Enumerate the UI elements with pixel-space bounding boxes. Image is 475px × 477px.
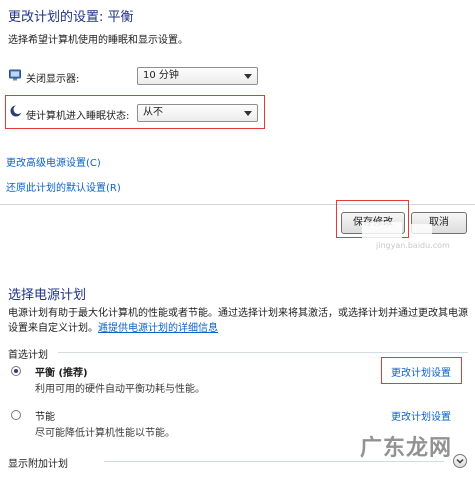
sleep-label: 使计算机进入睡眠状态:	[26, 111, 130, 122]
change-plan-settings-link[interactable]: 更改计划设置	[391, 408, 451, 423]
advanced-settings-link[interactable]: 更改高级电源设置(C)	[6, 154, 101, 169]
change-plan-settings-link[interactable]: 更改计划设置	[391, 364, 451, 379]
chevron-down-icon	[456, 459, 464, 464]
expand-button[interactable]	[453, 454, 467, 468]
more-info-link[interactable]: 逓提供电源计划的详细信息	[98, 323, 218, 334]
plan-balanced-desc: 利用可用的硬件自动平衡功耗与性能。	[35, 384, 205, 395]
group-divider	[58, 352, 468, 353]
chevron-down-icon	[244, 74, 252, 79]
watermark-patch	[410, 224, 432, 242]
section-title: 选择电源计划	[8, 288, 87, 303]
watermark-patch	[362, 222, 402, 238]
sleep-value: 从不	[143, 107, 163, 118]
page-subtitle: 选择希望计算机使用的睡眠和显示设置。	[8, 35, 188, 46]
chevron-down-icon	[244, 111, 252, 116]
preferred-plans-label: 首选计划	[8, 350, 48, 361]
site-logo-watermark: 广东龙网	[360, 436, 453, 461]
plan-balanced-name: 平衡 (推荐)	[35, 368, 88, 379]
display-off-dropdown[interactable]: 10 分钟	[137, 67, 258, 85]
plan-saver-radio[interactable]	[11, 410, 21, 420]
description-text: 电源计划有助于最大化计算机的性能或者节能。通过选择计划来将其激活，或选择计划并通…	[8, 308, 468, 334]
moon-icon	[10, 105, 22, 117]
display-off-value: 10 分钟	[143, 70, 179, 81]
plan-saver-desc: 尽可能降低计算机性能以节能。	[35, 428, 175, 439]
show-more-plans-label: 显示附加计划	[8, 459, 68, 470]
restore-defaults-link[interactable]: 还原此计划的默认设置(R)	[6, 179, 121, 194]
watermark-text: jingyan.baidu.com	[376, 241, 450, 250]
page-title: 更改计划的设置: 平衡	[8, 10, 134, 25]
monitor-icon	[9, 69, 21, 81]
display-off-label: 关闭显示器:	[26, 74, 80, 85]
plan-balanced-radio[interactable]	[11, 366, 21, 376]
plan-saver-name: 节能	[35, 412, 55, 423]
sleep-dropdown[interactable]: 从不	[137, 104, 258, 122]
section-description: 电源计划有助于最大化计算机的性能或者节能。通过选择计划来将其激活，或选择计划并通…	[8, 306, 468, 336]
